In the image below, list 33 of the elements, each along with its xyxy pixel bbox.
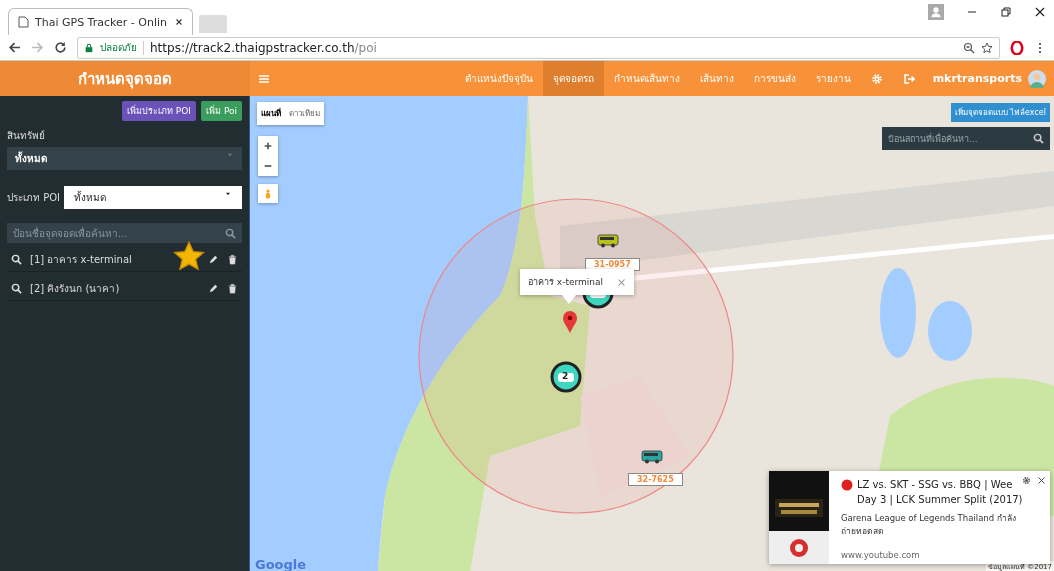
poi-item[interactable]: [1] อาคาร x-terminal — [30, 251, 200, 267]
trash-icon[interactable] — [227, 282, 238, 294]
star-outline-icon[interactable] — [981, 41, 993, 54]
reload-icon[interactable] — [54, 41, 67, 54]
poi-search-field[interactable]: ป้อนชื่อจุดจอดเพื่อค้นหา... — [7, 223, 242, 243]
url-text: https://track2.thaigpstracker.co.th/poi — [150, 40, 377, 55]
edit-icon[interactable] — [208, 282, 219, 294]
asset-label: สินทรัพย์ — [7, 129, 46, 143]
lock-icon — [84, 42, 94, 53]
add-button[interactable]: เพิ่มประเภท POI — [122, 101, 196, 121]
security-label: ปลอดภัย — [100, 41, 137, 55]
trash-icon[interactable] — [227, 253, 238, 265]
poi-item[interactable]: [2] คิงรังนก (นาคา) — [30, 280, 200, 296]
opera-icon[interactable] — [1010, 40, 1024, 55]
page-title: กำหนดจุดจอด — [78, 68, 172, 91]
browser-tab[interactable]: Thai GPS Tracker - Onlin — [8, 8, 193, 35]
address-bar[interactable]: ปลอดภัย https://track2.thaigpstracker.co.th/poi — [77, 36, 1000, 59]
caret-icon — [226, 151, 234, 159]
zoom-out-icon[interactable] — [963, 41, 975, 54]
restore-icon[interactable] — [1000, 6, 1012, 18]
search-icon — [11, 282, 22, 294]
close-icon[interactable] — [1034, 6, 1046, 18]
poi-type-label: ประเภท POI — [7, 191, 61, 205]
search-icon — [225, 227, 236, 239]
close-icon[interactable] — [174, 17, 184, 27]
add-button[interactable]: เพิ่ม Poi — [201, 101, 242, 121]
edit-icon[interactable] — [208, 253, 219, 265]
page-icon — [17, 16, 29, 28]
asset-select[interactable]: ทั้งหมด — [7, 147, 242, 170]
search-icon — [11, 253, 22, 265]
back-icon[interactable] — [8, 41, 21, 54]
caret-icon — [224, 190, 232, 198]
poi-type-select[interactable]: ทั้งหมด — [64, 186, 242, 209]
